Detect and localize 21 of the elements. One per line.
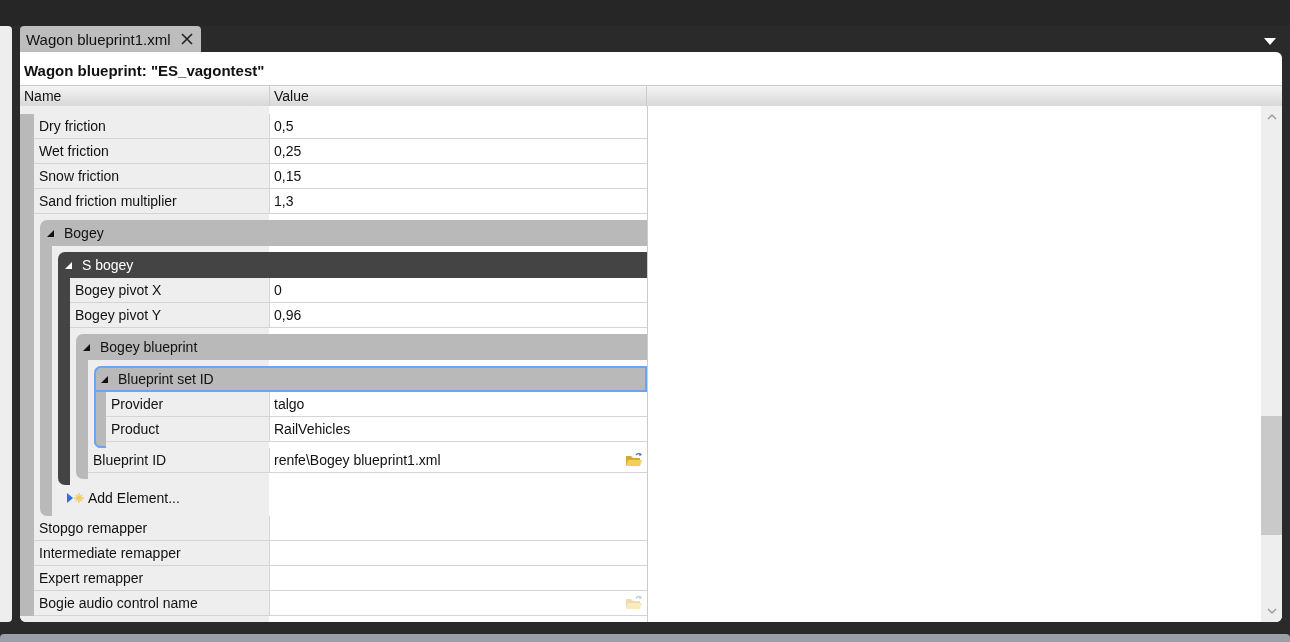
group-header[interactable]: S bogey	[58, 252, 647, 278]
group-header[interactable]: Bogey	[40, 220, 647, 246]
scroll-down-icon[interactable]	[1266, 608, 1277, 614]
add-icon	[66, 491, 84, 504]
folder-icon[interactable]	[625, 452, 643, 468]
group-header[interactable]: Bogey blueprint	[76, 334, 647, 360]
expand-icon[interactable]	[100, 375, 108, 383]
scrollbar[interactable]	[1261, 106, 1282, 622]
add-element-button[interactable]: Add Element...	[52, 485, 186, 510]
close-icon[interactable]	[180, 33, 193, 45]
folder-icon[interactable]	[625, 595, 643, 611]
scroll-up-icon[interactable]	[1266, 114, 1277, 120]
group-bar	[94, 392, 106, 448]
expand-icon[interactable]	[46, 229, 54, 237]
expand-icon[interactable]	[64, 261, 72, 269]
expand-icon[interactable]	[82, 343, 90, 351]
document-tab[interactable]: Wagon blueprint1.xml	[20, 26, 201, 52]
dropdown-icon[interactable]	[1264, 38, 1276, 46]
document-title: Wagon blueprint: "ES_vagontest"	[23, 61, 266, 81]
scroll-thumb[interactable]	[1261, 416, 1282, 535]
group-header[interactable]: Blueprint set ID	[94, 366, 647, 392]
